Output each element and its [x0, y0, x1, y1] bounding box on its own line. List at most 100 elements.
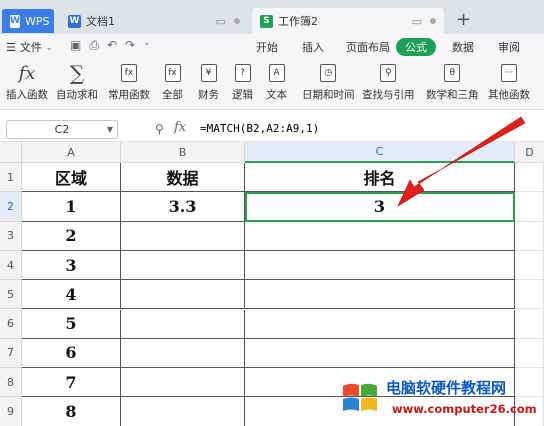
cell-c7[interactable] — [245, 338, 515, 369]
quick-access-toolbar: ▣ ⎙ ↶ ↷ ⌄ — [70, 38, 151, 53]
file-menu-button[interactable]: ☰ 文件 ⌄ — [6, 39, 53, 55]
row-header[interactable]: 3 — [0, 221, 22, 251]
cell-c3[interactable] — [245, 221, 515, 251]
row-header[interactable]: 8 — [0, 368, 22, 398]
cell-c4[interactable] — [245, 250, 515, 281]
menu-item-home[interactable]: 开始 — [256, 39, 278, 55]
row-header[interactable]: 5 — [0, 280, 22, 310]
hamburger-icon: ☰ — [6, 40, 16, 54]
cell-b7[interactable] — [121, 338, 245, 369]
cell-a1[interactable]: 区域 — [22, 163, 121, 193]
watermark-title: 电脑软硬件教程网 — [386, 379, 507, 397]
menu-item-formula[interactable]: 公式 — [396, 38, 436, 56]
cell-b9[interactable] — [121, 397, 245, 426]
monitor-icon[interactable]: ▭ — [412, 15, 422, 28]
windows-logo-icon — [343, 383, 377, 411]
menu-item-review[interactable]: 审阅 — [498, 39, 520, 55]
formula-input[interactable]: =MATCH(B2,A2:A9,1) — [200, 122, 319, 135]
cell-b6[interactable] — [121, 309, 245, 339]
autosum-button[interactable]: ∑ 自动求和 — [56, 61, 98, 102]
cell-b8[interactable] — [121, 368, 245, 398]
cell-d3[interactable] — [515, 221, 544, 251]
cell-a7[interactable]: 6 — [22, 338, 121, 369]
common-functions-label: 常用函数 — [108, 89, 150, 101]
function-star-icon: fx — [121, 64, 137, 82]
all-functions-button[interactable]: fx 全部 — [162, 62, 183, 102]
cell-b2[interactable]: 3.3 — [121, 192, 245, 222]
chevron-down-icon[interactable]: ▼ — [107, 125, 113, 134]
cell-d4[interactable] — [515, 250, 544, 281]
save-icon[interactable]: ▣ — [70, 38, 81, 53]
datetime-functions-button[interactable]: ◷ 日期和时间 — [302, 62, 355, 102]
cell-a8[interactable]: 7 — [22, 368, 121, 398]
column-header-a[interactable]: A — [22, 142, 121, 163]
tab-bar: W WPS W 文档1 ▭ S 工作簿2 ▭ + — [0, 0, 544, 34]
financial-functions-button[interactable]: ¥ 财务 — [198, 62, 219, 102]
new-tab-plus-icon[interactable]: + — [456, 9, 471, 30]
insert-function-button[interactable]: fx 插入函数 — [6, 62, 48, 102]
row-header[interactable]: 7 — [0, 338, 22, 369]
customize-chevron-icon[interactable]: ⌄ — [143, 38, 151, 53]
tab-workbook-label: 工作簿2 — [278, 15, 318, 28]
redo-icon[interactable]: ↷ — [125, 38, 135, 53]
row-header[interactable]: 9 — [0, 397, 22, 426]
cell-c2[interactable]: 3 — [245, 192, 515, 222]
column-header-b[interactable]: B — [121, 142, 245, 163]
watermark: 电脑软硬件教程网 www.computer26.com — [340, 372, 544, 426]
cell-b3[interactable] — [121, 221, 245, 251]
cell-a9[interactable]: 8 — [22, 397, 121, 426]
magnifier-icon: ⚲ — [380, 64, 397, 82]
cell-a4[interactable]: 3 — [22, 250, 121, 281]
cell-c6[interactable] — [245, 309, 515, 339]
lookup-functions-label: 查找与引用 — [362, 89, 415, 101]
wps-spreadsheet-window: W WPS W 文档1 ▭ S 工作簿2 ▭ + ☰ 文件 ⌄ ▣ ⎙ ↶ ↷ … — [0, 0, 544, 426]
text-functions-button[interactable]: A 文本 — [266, 62, 287, 102]
common-functions-button[interactable]: fx 常用函数 — [108, 62, 150, 102]
tab-wps-home[interactable]: W WPS — [2, 9, 54, 33]
cell-b5[interactable] — [121, 280, 245, 310]
column-header-c[interactable]: C — [245, 142, 515, 163]
cell-a6[interactable]: 5 — [22, 309, 121, 339]
select-all-corner[interactable] — [0, 142, 22, 163]
cell-d5[interactable] — [515, 280, 544, 310]
menu-item-insert[interactable]: 插入 — [302, 39, 324, 55]
cell-a2[interactable]: 1 — [22, 192, 121, 222]
function-list-icon: fx — [164, 64, 181, 82]
unsaved-dot-icon — [234, 18, 240, 24]
other-functions-button[interactable]: ··· 其他函数 — [488, 62, 530, 102]
cell-c5[interactable] — [245, 280, 515, 310]
cell-d2[interactable] — [515, 192, 544, 222]
tab-workbook[interactable]: S 工作簿2 ▭ — [252, 8, 444, 34]
row-header[interactable]: 2 — [0, 192, 22, 222]
yen-book-icon: ¥ — [200, 64, 217, 82]
cell-a5[interactable]: 4 — [22, 280, 121, 310]
math-functions-button[interactable]: θ 数学和三角 — [426, 62, 479, 102]
formula-ribbon: fx 插入函数 ∑ 自动求和 fx 常用函数 fx 全部 ¥ 财务 ? 逻辑 A… — [0, 58, 544, 110]
logical-functions-button[interactable]: ? 逻辑 — [232, 62, 253, 102]
all-functions-label: 全部 — [162, 89, 183, 101]
fx-icon[interactable]: fx — [174, 120, 186, 135]
print-icon[interactable]: ⎙ — [89, 38, 99, 53]
file-menu-label: 文件 — [19, 41, 42, 54]
row-header[interactable]: 4 — [0, 250, 22, 281]
zoom-magnifier-icon[interactable]: ⚲ — [155, 122, 164, 136]
cell-d1[interactable] — [515, 163, 544, 193]
unsaved-dot-icon — [430, 18, 436, 24]
monitor-icon[interactable]: ▭ — [216, 15, 226, 28]
row-header[interactable]: 1 — [0, 163, 22, 193]
cell-a3[interactable]: 2 — [22, 221, 121, 251]
menu-item-page-layout[interactable]: 页面布局 — [346, 39, 390, 55]
undo-icon[interactable]: ↶ — [107, 38, 117, 53]
tab-document[interactable]: W 文档1 ▭ — [60, 8, 248, 34]
cell-b4[interactable] — [121, 250, 245, 281]
cell-d6[interactable] — [515, 309, 544, 339]
text-functions-label: 文本 — [266, 89, 287, 101]
menu-item-data[interactable]: 数据 — [452, 39, 474, 55]
cell-d7[interactable] — [515, 338, 544, 369]
name-box[interactable]: C2 ▼ — [6, 120, 118, 139]
row-header[interactable]: 6 — [0, 309, 22, 339]
cell-c1[interactable]: 排名 — [245, 163, 515, 193]
lookup-functions-button[interactable]: ⚲ 查找与引用 — [362, 62, 415, 102]
cell-b1[interactable]: 数据 — [121, 163, 245, 193]
column-header-d[interactable]: D — [515, 142, 544, 163]
